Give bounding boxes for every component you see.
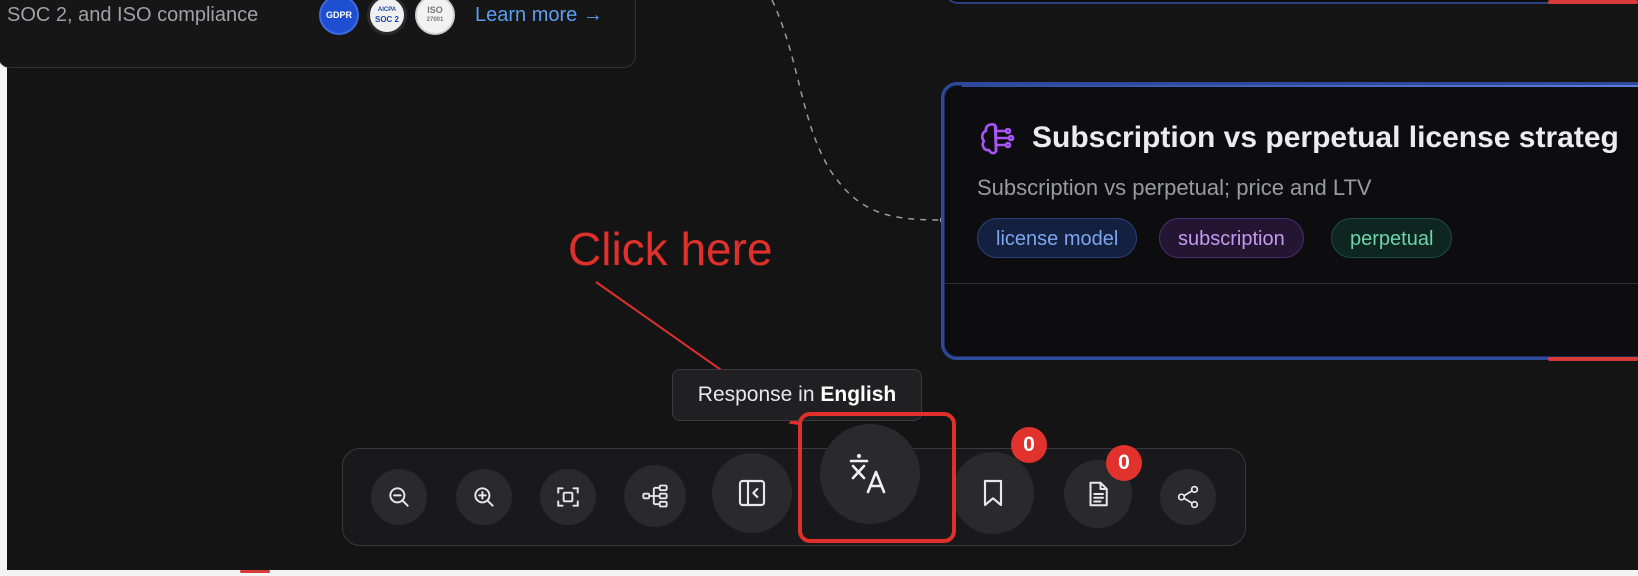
tooltip-prefix: Response in — [697, 383, 815, 406]
document-icon — [1089, 481, 1108, 507]
zoom-out-button[interactable] — [371, 469, 427, 525]
share-button[interactable] — [1160, 469, 1216, 525]
zoom-out-icon — [389, 487, 409, 507]
fit-view-icon — [557, 487, 579, 507]
panel-collapse-icon — [738, 479, 766, 507]
bookmark-count-badge: 0 — [1011, 427, 1047, 463]
share-icon — [1177, 485, 1199, 509]
mind-map-button[interactable] — [624, 465, 686, 527]
zoom-in-icon — [474, 487, 494, 507]
annotation-highlight-box — [798, 412, 956, 543]
bookmark-icon — [983, 479, 1003, 507]
notes-count-badge: 0 — [1106, 445, 1142, 481]
bottom-accent — [240, 570, 270, 573]
fit-view-button[interactable] — [540, 469, 596, 525]
toggle-panel-button[interactable] — [712, 453, 792, 533]
bookmarks-button[interactable] — [952, 452, 1034, 534]
tooltip-language: English — [820, 383, 897, 406]
zoom-in-button[interactable] — [456, 469, 512, 525]
tree-icon — [642, 484, 668, 508]
